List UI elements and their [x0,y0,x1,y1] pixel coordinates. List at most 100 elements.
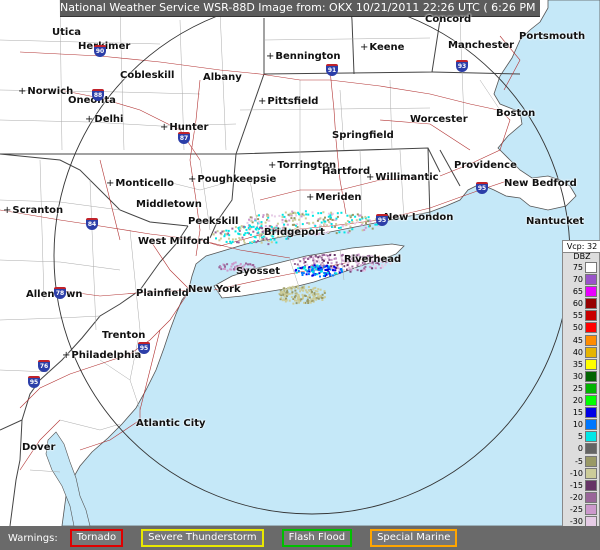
legend-entry: 35 [563,358,600,370]
city-label: Syosset [236,266,281,277]
interstate-shield-icon: 95 [138,342,150,354]
legend-swatch [585,322,597,334]
radar-map [0,0,600,526]
legend-entry: 50 [563,322,600,334]
legend-swatch [585,491,597,503]
city-label: Middletown [136,199,202,210]
legend-value: 5 [577,432,583,442]
legend-entry: 60 [563,298,600,310]
city-label: Philadelphia [62,350,141,361]
city-label: Portsmouth [519,31,586,42]
legend-swatch [585,407,597,419]
legend-entry: 55 [563,310,600,322]
interstate-shield-icon: 95 [28,376,40,388]
legend-value: 45 [572,335,583,345]
tornado-warning-button[interactable]: Tornado [69,529,124,547]
legend-value: 0 [577,444,583,454]
legend-value: -25 [569,504,583,514]
legend-value: 40 [572,347,583,357]
legend-entry: 30 [563,370,600,382]
city-label: Poughkeepsie [188,174,276,185]
legend-value: -10 [569,468,583,478]
city-label: Boston [496,108,536,119]
city-label: Nantucket [526,216,585,227]
legend-value: 50 [572,323,583,333]
city-label: Plainfield [136,288,189,299]
legend-value: -15 [569,480,583,490]
flash-flood-warning-button[interactable]: Flash Flood [281,529,353,547]
legend-swatch [585,261,597,273]
interstate-shield-icon: 91 [326,64,338,76]
city-label: Dover [22,442,56,453]
city-label: Scranton [3,205,63,216]
city-label: Trenton [102,330,146,341]
legend-entry: -25 [563,503,600,515]
city-label: Norwich [18,86,73,97]
special-marine-warning-button[interactable]: Special Marine [370,529,458,547]
legend-swatch [585,503,597,515]
legend-swatch [585,334,597,346]
legend-unit: DBZ [573,252,591,261]
interstate-shield-icon: 76 [38,360,50,372]
warnings-bar: Warnings: Tornado Severe Thunderstorm Fl… [0,526,600,550]
legend-value: 55 [572,311,583,321]
legend-swatch [585,443,597,455]
legend-swatch [585,479,597,491]
legend-swatch [585,310,597,322]
city-label: New London [384,212,454,223]
interstate-shield-icon: 84 [86,218,98,230]
legend-swatch [585,395,597,407]
city-label: Worcester [410,114,468,125]
legend-entry: 10 [563,419,600,431]
interstate-shield-icon: 78 [54,287,66,299]
legend-value: -5 [575,456,583,466]
city-label: Meriden [306,192,361,203]
interstate-shield-icon: 95 [376,214,388,226]
legend-value: 15 [572,408,583,418]
legend-value: -20 [569,492,583,502]
legend-swatch [585,419,597,431]
city-label: Springfield [332,130,394,141]
interstate-shield-icon: 95 [476,182,488,194]
legend-swatch [585,382,597,394]
legend-entry: 45 [563,334,600,346]
legend-entry: -20 [563,491,600,503]
city-label: Bennington [266,51,340,62]
city-label: Concord [425,14,472,25]
legend-entry: 75 [563,261,600,273]
legend-entry: 40 [563,346,600,358]
legend-value: 75 [572,262,583,272]
legend-swatch [585,298,597,310]
legend-value: -30 [569,517,583,527]
city-label: Albany [203,72,242,83]
legend-entry: 70 [563,274,600,286]
legend-value: 20 [572,396,583,406]
legend-swatch [585,455,597,467]
city-label: Willimantic [366,172,438,183]
legend-value: 30 [572,371,583,381]
city-label: Delhi [85,114,123,125]
legend-entry: 5 [563,431,600,443]
legend-entry: -15 [563,479,600,491]
severe-thunderstorm-warning-button[interactable]: Severe Thunderstorm [141,529,264,547]
legend-entry: 65 [563,286,600,298]
city-label: Pittsfield [258,96,318,107]
legend-entry: 25 [563,382,600,394]
legend-swatch [585,431,597,443]
city-label: West Milford [138,236,210,247]
city-label: Hartford [322,166,371,177]
city-label: Bridgeport [264,227,325,238]
legend-swatch [585,274,597,286]
legend-entry: 0 [563,443,600,455]
city-label: Providence [454,160,517,171]
legend-entry: 15 [563,407,600,419]
legend-swatch [585,467,597,479]
city-label: Cobleskill [120,70,175,81]
reflectivity-legend: Vcp: 32 DBZ 75 70 65 60 55 50 45 40 35 30 25 20 15 10… [562,240,600,544]
legend-value: 65 [572,287,583,297]
legend-swatch [585,370,597,382]
warnings-label: Warnings: [8,532,58,544]
legend-swatch [585,358,597,370]
city-label: Peekskill [188,216,239,227]
legend-value: 10 [572,420,583,430]
